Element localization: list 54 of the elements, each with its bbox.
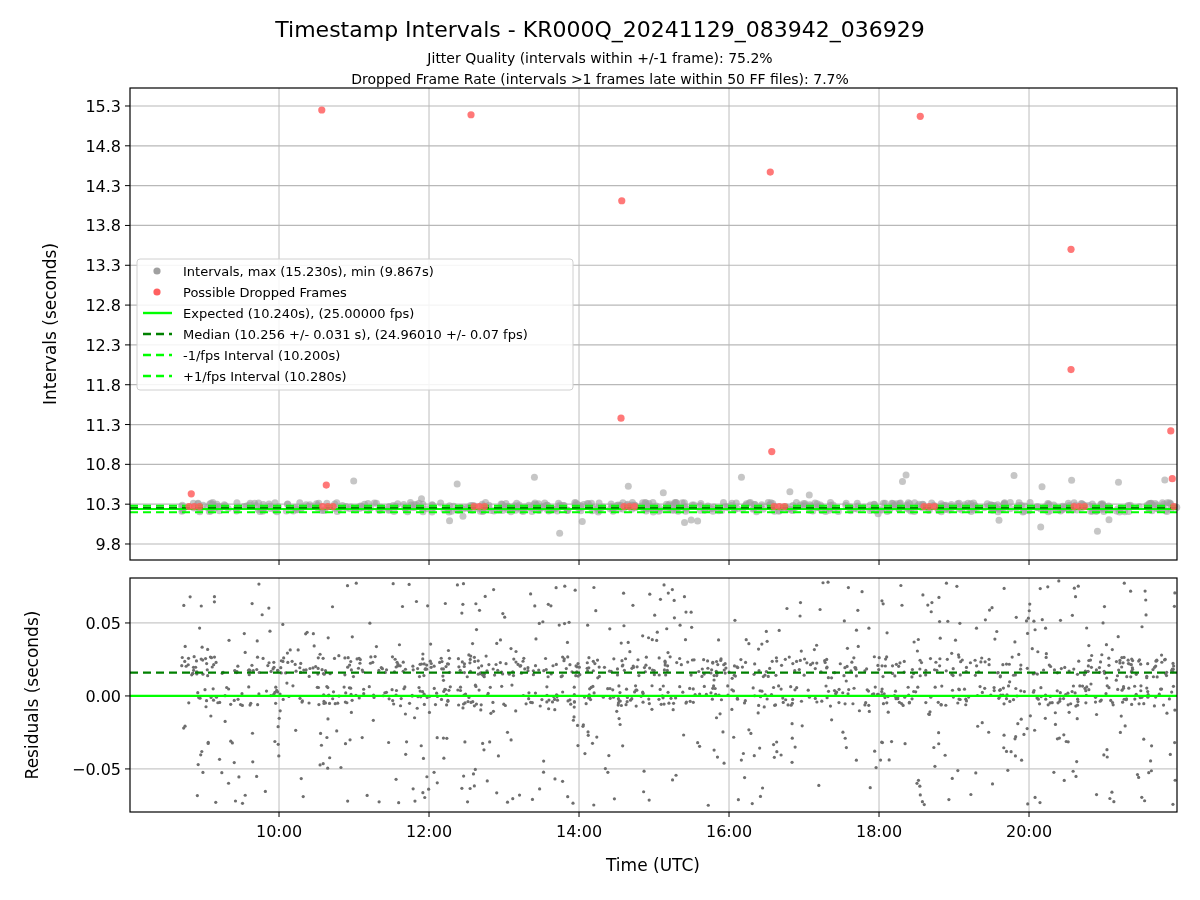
- legend-label: Expected (10.240s), (25.00000 fps): [183, 306, 415, 321]
- axis-tick-label: 10.8: [85, 455, 121, 475]
- chart-subtitle: Dropped Frame Rate (intervals >1 frames late within 50 FF files): 7.7%: [351, 71, 849, 87]
- axis-tick-label: −0.05: [71, 759, 121, 779]
- dropped-frame-point: [617, 414, 625, 422]
- axis-tick-label: 15.3: [85, 97, 121, 116]
- legend-label: +1/fps Interval (10.280s): [183, 369, 347, 384]
- dropped-frame-point: [195, 502, 204, 511]
- legend-label: Median (10.256 +/- 0.031 s), (24.96010 +/- 0.07 fps): [183, 327, 528, 342]
- axis-label: Time (UTC): [606, 855, 700, 875]
- axis-tick-label: 11.3: [85, 415, 121, 435]
- axis-tick-label: 11.8: [85, 375, 121, 395]
- axis-tick-label: 14.8: [85, 136, 121, 156]
- axis-tick-label: 20:00: [1005, 822, 1053, 841]
- axis-tick-label: 0.00: [85, 686, 121, 706]
- dropped-frame-point: [1167, 427, 1175, 435]
- dropped-frame-point: [916, 112, 924, 120]
- axis-label: Residuals (seconds): [22, 610, 42, 780]
- dropped-frame-point: [318, 106, 326, 114]
- axis-tick-label: 14:00: [555, 822, 603, 841]
- axis-tick-label: 12:00: [405, 822, 453, 841]
- dropped-frame-point: [187, 490, 195, 498]
- axis-tick-label: 14.3: [85, 176, 121, 196]
- dropped-frame-point: [1067, 366, 1075, 374]
- axis-tick-label: 10.3: [85, 495, 121, 515]
- axis-tick-label: 12.8: [85, 296, 121, 316]
- chart-subtitle: Jitter Quality (intervals within +/-1 frame): 75.2%: [427, 50, 773, 66]
- dropped-frame-point: [1168, 475, 1176, 483]
- dropped-frame-point: [930, 502, 939, 511]
- axis-tick-label: 13.3: [85, 256, 121, 276]
- dropped-frame-point: [480, 502, 489, 511]
- legend-label: Intervals, max (15.230s), min (9.867s): [183, 264, 434, 279]
- axis-tick-label: 12.3: [85, 335, 121, 355]
- dropped-frame-point: [766, 168, 774, 176]
- axis-tick-label: 18:00: [855, 822, 903, 841]
- dropped-frame-point: [1080, 502, 1089, 511]
- axis-tick-label: 13.8: [85, 216, 121, 236]
- axis-tick-label: 16:00: [705, 822, 753, 841]
- dropped-frame-point: [768, 448, 776, 456]
- dropped-frame-point: [1170, 502, 1178, 511]
- dropped-frame-point: [780, 502, 789, 511]
- dropped-frame-point: [322, 481, 330, 489]
- dropped-frame-point: [467, 111, 475, 119]
- dropped-frame-point: [318, 502, 327, 511]
- dropped-frame-point: [1067, 245, 1075, 253]
- dropped-frame-point: [618, 197, 626, 205]
- axis-label: Intervals (seconds): [40, 242, 60, 406]
- chart-title: Timestamp Intervals - KR000Q_20241129_083942_036929: [275, 17, 925, 42]
- dropped-frame-point: [630, 502, 639, 511]
- legend-label: Possible Dropped Frames: [183, 285, 347, 300]
- legend-label: -1/fps Interval (10.200s): [183, 348, 341, 363]
- axis-tick-label: 0.05: [85, 613, 121, 633]
- axis-tick-label: 10:00: [255, 822, 303, 841]
- axis-tick-label: 9.8: [95, 535, 121, 554]
